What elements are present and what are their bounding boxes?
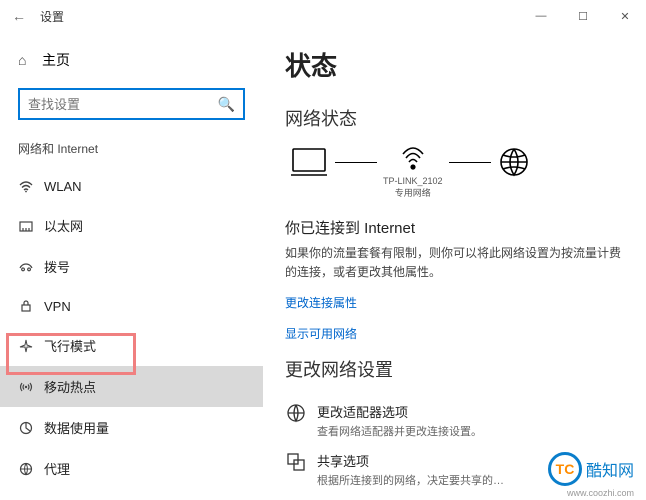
sharing-icon (285, 451, 317, 478)
connected-title: 你已连接到 Internet (285, 217, 628, 238)
option-adapter[interactable]: 更改适配器选项 查看网络适配器并更改连接设置。 (285, 396, 628, 445)
sidebar-item-label: 数据使用量 (44, 418, 109, 437)
sidebar-item-ethernet[interactable]: 以太网 (0, 205, 263, 246)
diagram-ssid: TP-LINK_2102 (383, 176, 443, 186)
category-header: 网络和 Internet (0, 134, 263, 167)
link-show-networks[interactable]: 显示可用网络 (285, 325, 628, 342)
sidebar-item-label: VPN (44, 299, 71, 314)
watermark-logo: TC (548, 452, 582, 486)
sidebar-item-wlan[interactable]: WLAN (0, 167, 263, 205)
adapter-icon (285, 402, 317, 429)
sidebar-item-proxy[interactable]: 代理 (0, 448, 263, 489)
maximize-button[interactable]: ☐ (562, 0, 604, 32)
main-panel: 状态 网络状态 TP-LINK_2102 专用网络 你已连接到 Internet… (263, 32, 646, 500)
ethernet-icon (18, 218, 44, 234)
device-pc-icon (289, 145, 329, 199)
home-icon: ⌂ (18, 52, 42, 68)
vpn-icon (18, 298, 44, 314)
sidebar-item-vpn[interactable]: VPN (0, 287, 263, 325)
search-input[interactable] (28, 97, 218, 112)
close-button[interactable]: ✕ (604, 0, 646, 32)
sidebar-item-datausage[interactable]: 数据使用量 (0, 407, 263, 448)
window-title: 设置 (40, 8, 520, 25)
minimize-button[interactable]: — (520, 0, 562, 32)
option-title: 更改适配器选项 (317, 402, 482, 421)
home-label: 主页 (42, 50, 70, 70)
diagram-net-type: 专用网络 (395, 186, 431, 199)
device-router-icon: TP-LINK_2102 专用网络 (383, 146, 443, 199)
page-title: 状态 (285, 46, 628, 83)
back-button[interactable]: ← (12, 8, 40, 24)
watermark-text: 酷知网 (586, 457, 634, 481)
search-input-wrapper[interactable]: 🔍 (18, 88, 245, 120)
hotspot-icon (18, 379, 44, 395)
data-usage-icon (18, 420, 44, 436)
sidebar-item-label: 以太网 (44, 216, 83, 235)
section-change-settings: 更改网络设置 (285, 356, 628, 382)
network-diagram: TP-LINK_2102 专用网络 (289, 145, 624, 199)
home-link[interactable]: ⌂ 主页 (0, 42, 263, 78)
option-desc: 根据所连接到的网络，决定要共享的… (317, 472, 504, 488)
dialup-icon (18, 259, 44, 275)
proxy-icon (18, 461, 44, 477)
watermark: TC 酷知网 www.coozhi.com (548, 452, 634, 486)
sidebar-item-label: 移动热点 (44, 377, 96, 396)
sidebar-item-dialup[interactable]: 拨号 (0, 246, 263, 287)
device-globe-icon (497, 145, 531, 199)
sidebar-item-label: WLAN (44, 179, 82, 194)
watermark-url: www.coozhi.com (567, 488, 634, 498)
connected-desc: 如果你的流量套餐有限制，则你可以将此网络设置为按流量计费的连接，或者更改其他属性… (285, 244, 628, 282)
sidebar-item-airplane[interactable]: 飞行模式 (0, 325, 263, 366)
sidebar-item-label: 代理 (44, 459, 70, 478)
option-title: 共享选项 (317, 451, 504, 470)
airplane-icon (18, 338, 44, 354)
option-desc: 查看网络适配器并更改连接设置。 (317, 423, 482, 439)
wifi-icon (18, 178, 44, 194)
link-change-properties[interactable]: 更改连接属性 (285, 294, 628, 311)
sidebar-item-label: 拨号 (44, 257, 70, 276)
section-network-status: 网络状态 (285, 105, 628, 131)
sidebar-item-label: 飞行模式 (44, 336, 96, 355)
sidebar: ⌂ 主页 🔍 网络和 Internet WLAN 以太网 拨号 VPN 飞行模式 (0, 32, 263, 500)
search-icon: 🔍 (218, 96, 235, 113)
sidebar-item-hotspot[interactable]: 移动热点 (0, 366, 263, 407)
